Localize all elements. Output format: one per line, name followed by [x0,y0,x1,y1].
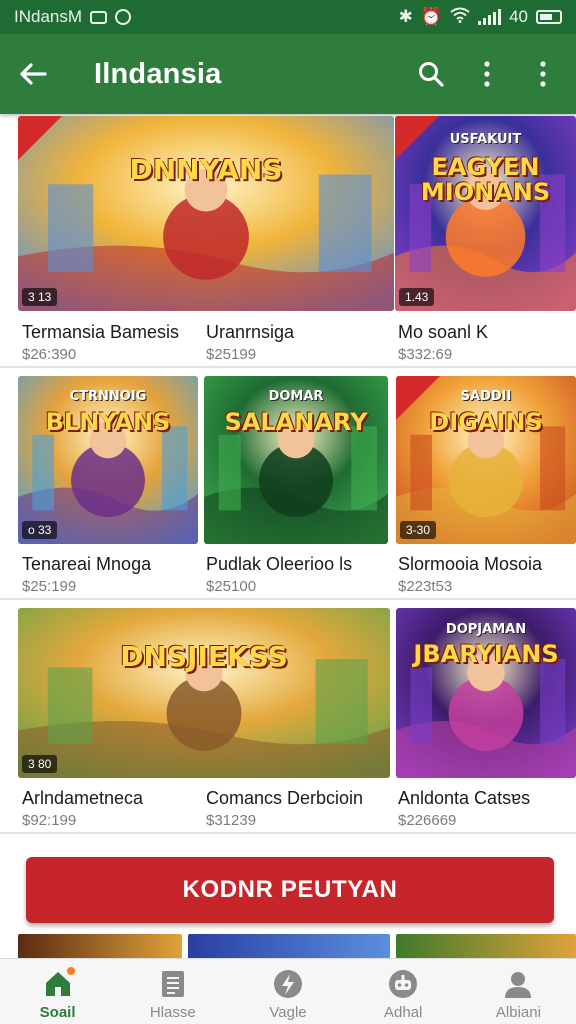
game-price: $223t53 [398,578,453,595]
thumbnail-title: DNNYANS [129,153,283,186]
notification-badge [64,965,77,977]
game-price: $25100 [206,578,257,595]
status-bar: INdansM ✱ ⏰ 40 [0,0,576,34]
nav-label: Adhal [384,1004,423,1021]
game-price: $31239 [206,812,257,829]
nav-label: Albiani [495,1004,541,1021]
battery-icon [536,10,562,24]
game-thumbnail[interactable]: SADDII DIGAINS 3-30 [396,376,576,544]
page-title: Ilndansia [94,57,222,90]
next-row-thumbnail[interactable] [396,934,576,960]
game-title[interactable]: Termansia Bamesis [22,322,179,343]
nav-label: Hlasse [149,1004,196,1021]
thumbnail-subtitle: CTRNNOIG [69,389,147,405]
row-divider [0,366,576,368]
bottom-navigation: Soail Hlasse Vagle Adhal Albiani [0,958,576,1024]
game-price: $26:390 [22,346,77,363]
game-title[interactable]: Mo soanl K [398,322,488,343]
game-price: $25199 [206,346,257,363]
status-time: 40 [509,7,528,26]
game-title[interactable]: Comancs Derbcioin [206,788,363,809]
more-vertical-icon[interactable] [472,59,502,89]
alarm-icon: ⏰ [420,7,443,26]
row-divider [0,832,576,834]
message-icon [90,10,108,24]
game-title[interactable]: Arlndametneca [22,788,143,809]
game-thumbnail[interactable]: USFAKUIT EAGYEN MIONANS 1.43 [395,116,576,311]
overflow-menu-icon[interactable] [528,59,558,89]
bolt-icon [272,968,304,1000]
rating-badge: 3 80 [22,755,58,773]
game-title[interactable]: Tenareai Mnoga [22,554,151,575]
rating-badge: 3 13 [22,288,58,306]
carrier-label: INdansM [14,7,83,26]
document-icon [157,968,189,1000]
game-thumbnail[interactable]: DNSJIEKSS 3 80 [18,608,390,778]
gamepad-icon [387,968,419,1000]
rating-badge: o 33 [22,521,58,539]
next-row-thumbnail[interactable] [188,934,390,960]
nav-item-bolt[interactable]: Vagle [230,959,345,1024]
thumbnail-subtitle: DOPJAMAN [445,621,527,637]
thumbnail-title: BLNYANS [45,407,171,436]
rating-badge: 3-30 [400,521,437,539]
game-thumbnail[interactable]: DOPJAMAN JBARYIANS [396,608,576,778]
game-price: $92:199 [22,812,77,829]
game-price: $332:69 [398,346,453,363]
primary-action-button[interactable]: KODNR PEUTYAN [26,857,554,923]
game-title[interactable]: Slormooia Mosoia [398,554,542,575]
nav-item-gamepad[interactable]: Adhal [346,959,461,1024]
signal-icon [478,9,502,25]
arrow-left-icon[interactable] [18,59,48,89]
game-title[interactable]: Anldonta Catsɐs [398,788,530,809]
corner-ribbon-icon [18,116,62,160]
nav-item-document[interactable]: Hlasse [115,959,230,1024]
profile-icon [502,968,534,1000]
game-price: $226669 [398,812,457,829]
game-price: $25:199 [22,578,77,595]
home-icon [42,965,77,1000]
game-thumbnail[interactable]: CTRNNOIG BLNYANS o 33 [18,376,198,544]
thumbnail-title: DNSJIEKSS [120,640,288,673]
game-title[interactable]: Uranrnsiga [206,322,294,343]
thumbnail-title: SALANARY [224,407,368,436]
chat-icon [115,9,132,25]
row-divider [0,598,576,600]
search-icon[interactable] [416,59,446,89]
thumbnail-title: EAGYEN MIONANS [420,153,551,207]
next-row-thumbnail[interactable] [18,934,182,960]
nav-label: Vagle [269,1004,307,1021]
nav-item-profile[interactable]: Albiani [461,959,576,1024]
rating-badge: 1.43 [399,288,435,306]
nav-item-home[interactable]: Soail [0,959,115,1024]
thumbnail-subtitle: DOMAR [268,389,324,405]
app-bar: Ilndansia [0,34,576,114]
corner-ribbon-icon [396,376,440,420]
wifi-icon [450,7,470,28]
bluetooth-icon: ✱ [398,7,413,26]
game-thumbnail[interactable]: DNNYANS 3 13 [18,116,394,311]
game-title[interactable]: Pudlak Oleerioo ls [206,554,352,575]
corner-ribbon-icon [395,116,439,160]
nav-label: Soail [39,1004,76,1021]
game-thumbnail[interactable]: DOMAR SALANARY [204,376,388,544]
thumbnail-title: JBARYIANS [413,640,559,668]
